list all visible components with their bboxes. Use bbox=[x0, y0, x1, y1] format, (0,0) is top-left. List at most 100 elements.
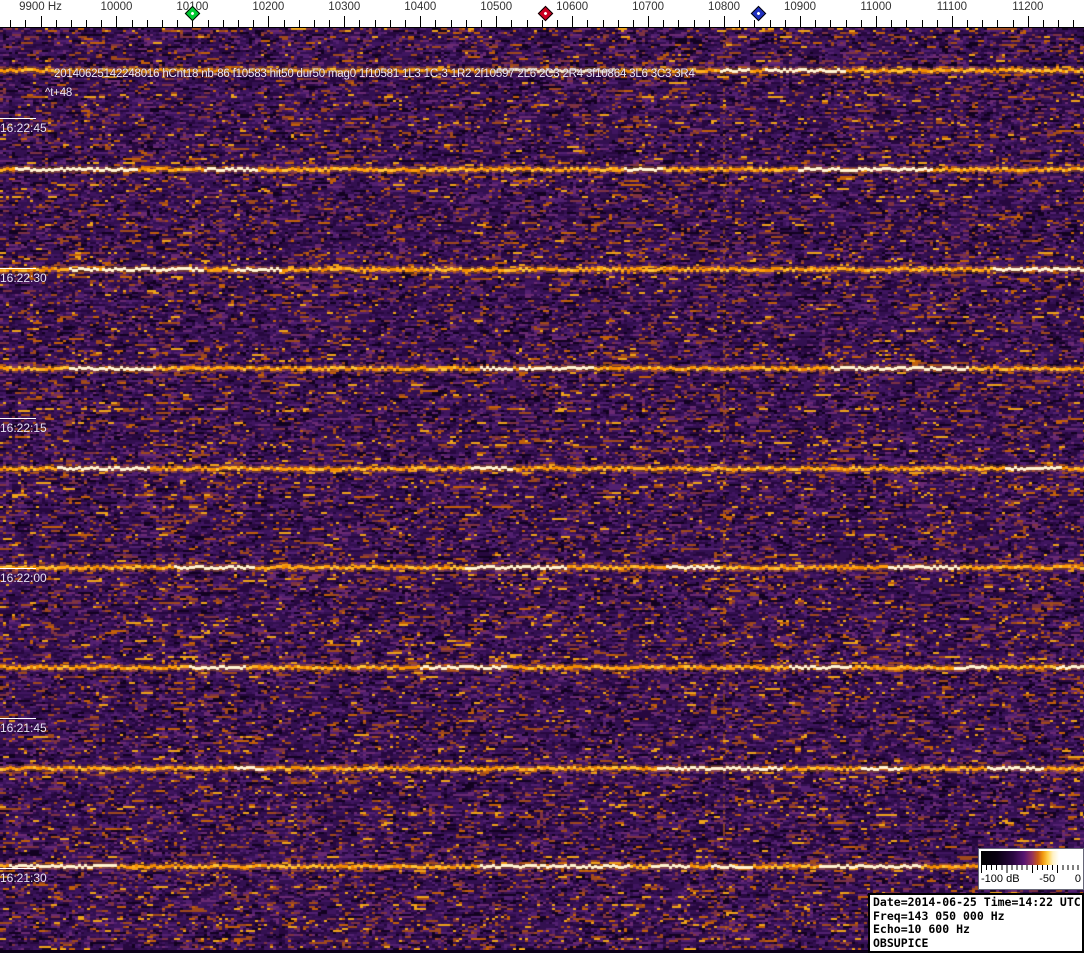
freq-tick bbox=[921, 20, 923, 27]
freq-tick bbox=[541, 20, 543, 27]
freq-tick bbox=[511, 20, 513, 27]
freq-tick bbox=[420, 16, 422, 27]
freq-tick bbox=[845, 20, 847, 27]
freq-tick-label: 10700 bbox=[632, 1, 665, 13]
frequency-axis: 9900 Hz100001010010200103001040010500106… bbox=[0, 0, 1084, 28]
freq-tick bbox=[663, 20, 665, 27]
freq-tick bbox=[10, 20, 12, 27]
freq-tick bbox=[298, 20, 300, 27]
freq-tick bbox=[329, 20, 331, 27]
freq-tick bbox=[875, 16, 877, 27]
freq-tick bbox=[724, 16, 726, 27]
legend-label-mid: -50 bbox=[1039, 873, 1056, 885]
freq-tick-label: 10200 bbox=[252, 1, 285, 13]
freq-tick bbox=[146, 20, 148, 27]
cursor-annotation: ^t+48 bbox=[45, 87, 73, 99]
freq-tick bbox=[207, 20, 209, 27]
freq-tick bbox=[253, 20, 255, 27]
freq-tick bbox=[936, 20, 938, 27]
freq-tick-label: 10800 bbox=[708, 1, 741, 13]
marker-center-dot bbox=[756, 10, 761, 15]
freq-tick bbox=[982, 20, 984, 27]
color-scale-gradient bbox=[981, 851, 1081, 865]
freq-tick bbox=[739, 20, 741, 27]
freq-tick bbox=[1058, 20, 1060, 27]
waterfall-canvas[interactable] bbox=[0, 0, 1084, 953]
event-annotation: 20140625142248016 hCnt18 nb-86 f10583 hi… bbox=[54, 68, 695, 80]
freq-tick bbox=[344, 16, 346, 27]
info-echo-frequency: Echo=10 600 Hz bbox=[873, 922, 970, 936]
freq-tick-label: 10500 bbox=[480, 1, 513, 13]
freq-tick-label: 10600 bbox=[556, 1, 589, 13]
freq-tick bbox=[435, 20, 437, 27]
freq-tick bbox=[131, 20, 133, 27]
freq-tick bbox=[830, 20, 832, 27]
legend-label-max: 0 bbox=[1074, 873, 1081, 885]
freq-tick bbox=[1043, 20, 1045, 27]
freq-tick bbox=[693, 20, 695, 27]
freq-tick bbox=[389, 20, 391, 27]
marker-center-dot bbox=[543, 10, 548, 15]
freq-tick bbox=[891, 20, 893, 27]
time-label: 16:22:45 bbox=[0, 121, 47, 135]
freq-tick bbox=[359, 20, 361, 27]
freq-tick-label: 11200 bbox=[1012, 1, 1044, 13]
freq-tick bbox=[405, 20, 407, 27]
color-scale-ticks bbox=[981, 865, 1081, 873]
freq-tick bbox=[40, 16, 42, 27]
freq-tick bbox=[784, 20, 786, 27]
freq-tick-label: 11000 bbox=[860, 1, 892, 13]
time-label: 16:21:30 bbox=[0, 871, 47, 885]
marker-blue[interactable] bbox=[750, 5, 766, 22]
freq-tick bbox=[997, 20, 999, 27]
freq-tick bbox=[678, 20, 680, 27]
time-tick bbox=[0, 268, 36, 269]
freq-tick bbox=[237, 20, 239, 27]
time-label: 16:22:00 bbox=[0, 571, 47, 585]
freq-tick bbox=[496, 16, 498, 27]
freq-tick bbox=[800, 16, 801, 27]
freq-tick bbox=[1012, 20, 1014, 27]
freq-tick bbox=[283, 20, 285, 27]
time-label: 16:22:15 bbox=[0, 421, 47, 435]
marker-center-dot bbox=[190, 10, 195, 15]
freq-tick bbox=[906, 20, 908, 27]
freq-tick bbox=[648, 16, 650, 27]
color-scale-legend: -100 dB -50 0 bbox=[978, 848, 1084, 890]
freq-tick bbox=[450, 20, 452, 27]
freq-tick bbox=[754, 20, 756, 27]
time-tick bbox=[0, 118, 36, 119]
freq-tick-label: 10400 bbox=[404, 1, 437, 13]
freq-tick bbox=[55, 20, 57, 27]
freq-tick bbox=[967, 20, 969, 27]
legend-label-min: -100 dB bbox=[981, 873, 1020, 885]
time-label: 16:21:45 bbox=[0, 721, 47, 735]
freq-tick bbox=[708, 20, 710, 27]
freq-tick bbox=[374, 20, 376, 27]
freq-tick bbox=[101, 20, 103, 27]
freq-tick bbox=[617, 20, 619, 27]
freq-tick-label: 11100 bbox=[936, 1, 968, 13]
time-tick bbox=[0, 418, 36, 419]
freq-tick bbox=[481, 20, 482, 27]
time-tick bbox=[0, 718, 36, 719]
freq-tick bbox=[86, 20, 88, 27]
info-station-name: OBSUPICE bbox=[873, 935, 929, 950]
info-date-time: Date=2014-06-25 Time=14:22 UTC bbox=[873, 895, 1081, 909]
freq-tick bbox=[556, 20, 558, 27]
freq-tick bbox=[632, 20, 634, 27]
station-info-box: Date=2014-06-25 Time=14:22 UTC Freq=143 … bbox=[868, 893, 1084, 953]
freq-tick-label: 10300 bbox=[328, 1, 361, 13]
freq-tick bbox=[313, 20, 315, 27]
spectrogram-display: 9900 Hz100001010010200103001040010500106… bbox=[0, 0, 1084, 953]
freq-tick bbox=[815, 20, 817, 27]
freq-tick bbox=[587, 20, 589, 27]
freq-tick bbox=[526, 20, 528, 27]
marker-red[interactable] bbox=[537, 5, 554, 22]
freq-tick bbox=[177, 20, 179, 27]
freq-tick bbox=[572, 16, 574, 27]
time-label: 16:22:30 bbox=[0, 271, 47, 285]
freq-tick bbox=[951, 16, 953, 27]
freq-tick bbox=[602, 20, 604, 27]
info-frequency: Freq=143 050 000 Hz bbox=[873, 908, 1005, 923]
